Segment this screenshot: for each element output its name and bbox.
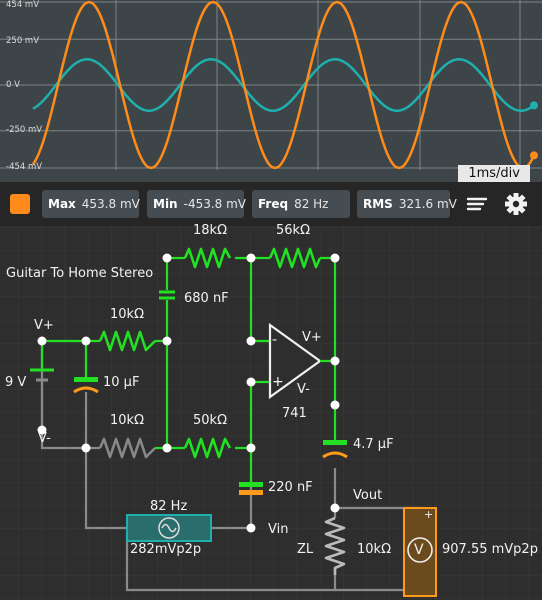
trace-color-swatch[interactable] — [10, 194, 30, 214]
vin-label: Vin — [268, 522, 289, 537]
opamp-minus-label: - — [272, 332, 278, 348]
vout-label: Vout — [353, 488, 383, 503]
capacitor-4-7uf-label: 4.7 µF — [353, 437, 394, 452]
y-label-neg250: -250 mV — [6, 125, 43, 135]
resistor-load-label: 10kΩ — [357, 542, 392, 557]
capacitor-680nf-label: 680 nF — [184, 291, 229, 306]
source-frequency-label: 82 Hz — [150, 499, 188, 514]
opamp-vplus-label: V+ — [302, 330, 322, 345]
circuit-canvas[interactable]: Guitar To Home Stereo 18kΩ 56kΩ 680 nF 1… — [0, 223, 542, 600]
rms-label: RMS — [363, 197, 393, 211]
resistor-50k-label: 50kΩ — [193, 413, 228, 428]
oscilloscope-graph — [0, 0, 542, 170]
measurement-toolbar: Max 453.8 mV Min -453.8 mV Freq 82 Hz RMS 32… — [0, 182, 542, 226]
capacitor-220nf-label: 220 nF — [268, 480, 313, 495]
max-label: Max — [48, 197, 76, 211]
voltmeter-value-label: 907.55 mVp2p — [442, 542, 538, 557]
voltmeter-symbol: V — [414, 542, 424, 558]
rms-measurement[interactable]: RMS 321.6 mV — [357, 190, 457, 218]
source-amplitude-label: 282mVp2p — [130, 542, 202, 557]
menu-lines-icon[interactable] — [464, 192, 490, 216]
gear-icon[interactable] — [503, 192, 529, 216]
max-value: 453.8 mV — [81, 197, 140, 211]
time-division-label[interactable]: 1ms/div — [458, 165, 530, 182]
opamp-plus-label: + — [272, 374, 284, 390]
min-value: -453.8 mV — [183, 197, 247, 211]
freq-measurement[interactable]: Freq 82 Hz — [252, 190, 350, 218]
vplus-label: V+ — [34, 318, 54, 333]
ac-source — [126, 514, 212, 542]
opamp-name-label: 741 — [282, 406, 307, 421]
resistor-18k-label: 18kΩ — [193, 223, 228, 238]
y-label-zero: 0 V — [6, 80, 20, 90]
teal-trace-marker — [530, 101, 538, 110]
min-label: Min — [153, 197, 178, 211]
battery-label: 9 V — [5, 375, 27, 390]
voltmeter-plus-label: + — [424, 508, 434, 521]
vminus-label: V- — [38, 431, 51, 446]
capacitor-10uf-label: 10 µF — [103, 375, 140, 390]
freq-label: Freq — [258, 197, 289, 211]
scope-grid — [0, 0, 542, 170]
opamp-vminus-label: V- — [297, 382, 310, 397]
y-label-max: 454 mV — [6, 0, 40, 10]
orange-trace-marker — [530, 151, 538, 160]
rms-value: 321.6 mV — [398, 197, 457, 211]
oscilloscope-panel[interactable]: 454 mV 250 mV 0 V -250 mV -454 mV 1ms/di… — [0, 0, 542, 182]
y-label-min: -454 mV — [6, 162, 43, 172]
resistor-56k-label: 56kΩ — [276, 223, 311, 238]
circuit-title: Guitar To Home Stereo — [6, 266, 154, 281]
resistor-10k-top-label: 10kΩ — [110, 307, 145, 322]
resistor-10k-bottom-label: 10kΩ — [110, 413, 145, 428]
y-label-250: 250 mV — [6, 36, 40, 46]
freq-value: 82 Hz — [294, 197, 329, 211]
min-measurement[interactable]: Min -453.8 mV — [147, 190, 247, 218]
max-measurement[interactable]: Max 453.8 mV — [42, 190, 140, 218]
zl-label: ZL — [297, 542, 314, 557]
